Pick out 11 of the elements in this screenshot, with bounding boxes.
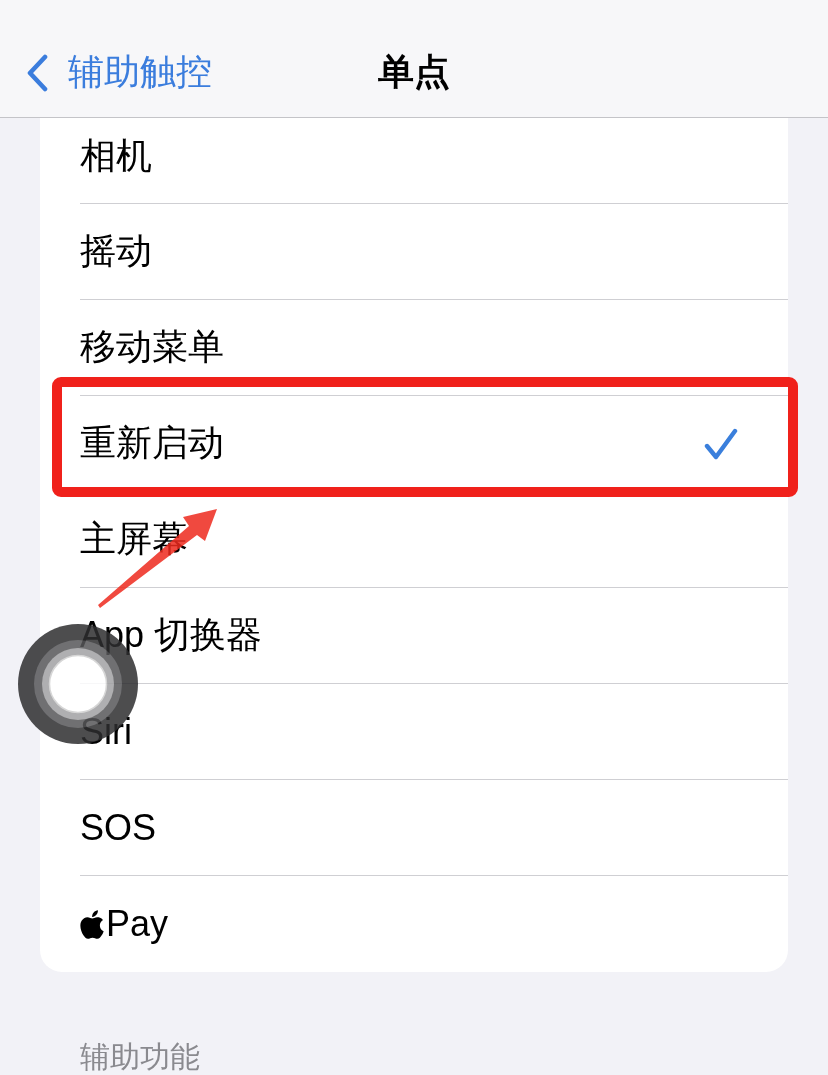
option-row[interactable]: SOS (40, 780, 788, 876)
chevron-left-icon (26, 53, 48, 92)
section-header: 辅助功能 (80, 1040, 201, 1074)
option-row[interactable]: 移动菜单 (40, 300, 788, 396)
option-row[interactable]: 相机 (40, 118, 788, 204)
option-row[interactable]: Pay (40, 876, 788, 972)
apple-icon (80, 909, 104, 939)
back-button[interactable]: 辅助触控 (26, 48, 212, 97)
page-title: 单点 (378, 50, 450, 94)
option-row[interactable]: 摇动 (40, 204, 788, 300)
option-row[interactable]: 重新启动 (40, 396, 788, 492)
